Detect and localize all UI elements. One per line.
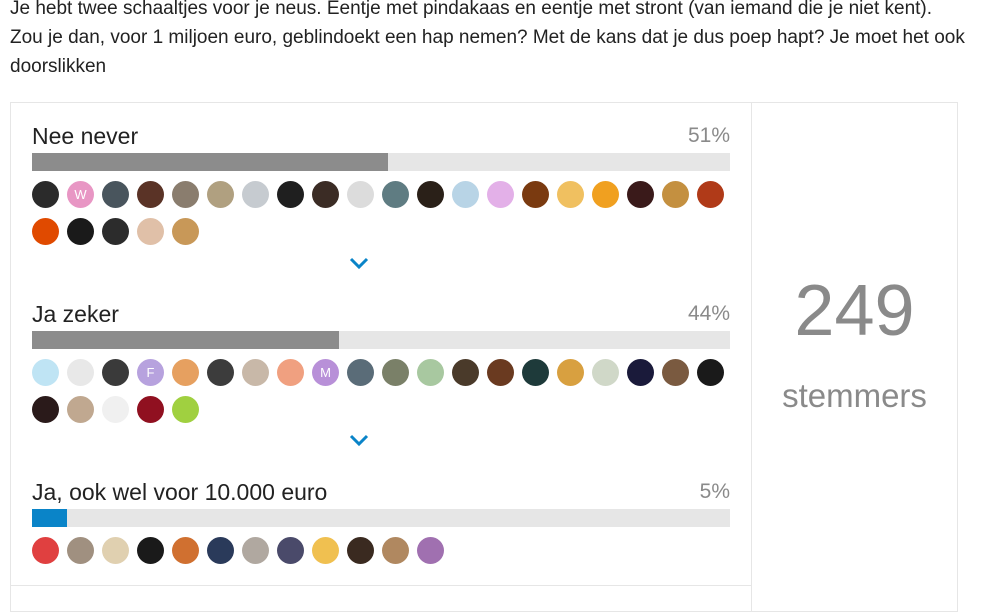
voter-avatar[interactable]: W [67,181,94,208]
voter-avatar[interactable] [382,359,409,386]
poll-options: Nee never 51% W Ja zeker 44% F M Ja, ook … [11,103,751,611]
voter-avatar[interactable] [277,359,304,386]
voter-avatar[interactable] [627,359,654,386]
voter-avatar[interactable] [277,181,304,208]
voter-avatar[interactable] [592,359,619,386]
voter-avatar[interactable] [102,181,129,208]
voter-avatar[interactable]: F [137,359,164,386]
voter-avatar[interactable] [207,537,234,564]
voter-avatar[interactable] [487,359,514,386]
option-percentage: 51% [687,124,730,147]
divider [11,585,751,586]
voter-avatar[interactable] [662,181,689,208]
voter-avatar[interactable] [32,359,59,386]
option-label: Ja zeker [32,301,119,327]
voter-avatar[interactable] [312,181,339,208]
voter-avatar[interactable] [347,537,374,564]
voter-avatar[interactable] [102,537,129,564]
voter-avatar[interactable] [137,396,164,423]
poll-question: Je hebt twee schaaltjes voor je neus. Ee… [10,0,965,77]
option-label: Ja, ook wel voor 10.000 euro [32,479,328,505]
result-bar-fill [32,509,67,527]
voter-avatar[interactable] [557,181,584,208]
voter-avatar[interactable] [627,181,654,208]
voter-avatar[interactable] [242,359,269,386]
voter-avatar[interactable] [172,537,199,564]
voter-avatar[interactable] [102,218,129,245]
voter-avatar[interactable] [67,396,94,423]
voter-avatar[interactable] [452,181,479,208]
voter-avatar[interactable] [487,181,514,208]
voter-avatar[interactable] [347,359,374,386]
poll-widget: Nee never 51% W Ja zeker 44% F M Ja, ook … [10,102,958,612]
voter-avatar[interactable] [137,181,164,208]
voter-avatar[interactable] [137,218,164,245]
voter-avatar[interactable] [382,537,409,564]
voter-avatar[interactable] [172,396,199,423]
voter-avatar[interactable] [32,396,59,423]
voter-avatar[interactable] [102,396,129,423]
option-percentage: 44% [687,302,730,325]
voter-avatar[interactable] [417,537,444,564]
voter-avatar[interactable] [522,181,549,208]
voter-avatar[interactable] [242,181,269,208]
voter-avatar[interactable] [32,218,59,245]
voter-avatar[interactable] [32,537,59,564]
voter-avatar[interactable] [67,218,94,245]
voter-avatar[interactable] [207,181,234,208]
voter-avatar[interactable] [102,359,129,386]
voter-avatar[interactable] [277,537,304,564]
voter-avatar[interactable] [382,181,409,208]
voter-avatar[interactable] [207,359,234,386]
voter-avatar[interactable] [522,359,549,386]
result-bar-track [32,331,730,349]
voter-avatar[interactable] [172,218,199,245]
poll-option-nee-never[interactable]: Nee never 51% W [32,123,730,245]
voter-avatar[interactable] [662,359,689,386]
voter-avatar[interactable] [172,181,199,208]
chevron-down-icon[interactable] [349,433,369,447]
voter-avatar[interactable] [697,359,724,386]
voter-avatar[interactable] [697,181,724,208]
voter-count-label: stemmers [782,377,927,414]
result-bar-track [32,509,730,527]
voter-avatar[interactable] [67,537,94,564]
voter-total: 249 stemmers [752,103,957,611]
result-bar-fill [32,331,340,349]
voter-avatar[interactable] [137,537,164,564]
chevron-down-icon[interactable] [349,256,369,270]
voter-avatar[interactable] [32,181,59,208]
result-bar-track [32,153,730,171]
voter-count: 249 [794,271,915,351]
option-percentage: 5% [699,480,730,503]
voter-avatar[interactable] [592,181,619,208]
voter-avatar[interactable] [452,359,479,386]
voter-avatar[interactable] [67,359,94,386]
voter-avatar[interactable] [312,537,339,564]
voter-avatar[interactable] [417,359,444,386]
voter-avatar[interactable] [417,181,444,208]
voter-avatar[interactable] [172,359,199,386]
result-bar-fill [32,153,388,171]
voter-avatar[interactable] [347,181,374,208]
voter-avatar[interactable] [242,537,269,564]
voter-avatar[interactable] [557,359,584,386]
poll-option-ja-zeker[interactable]: Ja zeker 44% F M [32,301,730,423]
voter-avatar[interactable]: M [312,359,339,386]
option-label: Nee never [32,123,139,149]
poll-option-10000-euro[interactable]: Ja, ook wel voor 10.000 euro 5% [32,479,730,564]
